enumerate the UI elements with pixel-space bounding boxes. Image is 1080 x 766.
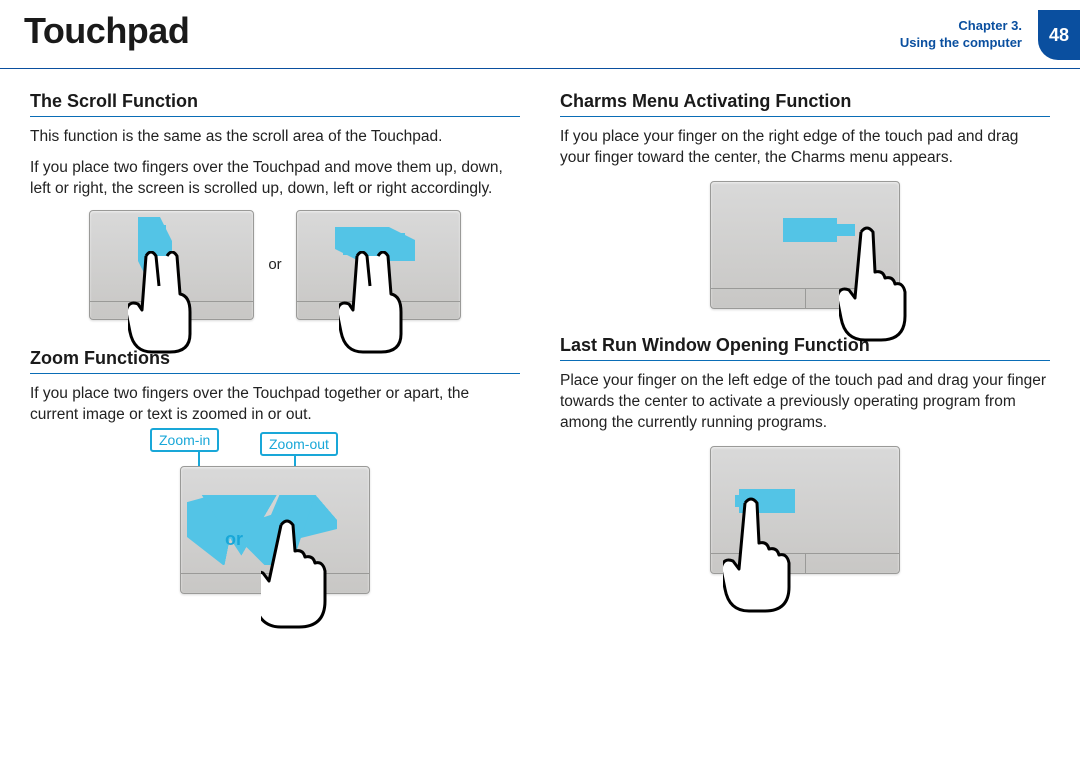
touchpad-scroll-vertical: [89, 210, 254, 320]
page-header: Touchpad Chapter 3. Using the computer 4…: [0, 0, 1080, 69]
charms-p1: If you place your finger on the right ed…: [560, 127, 1050, 169]
left-column: The Scroll Function This function is the…: [30, 91, 520, 654]
zoom-in-callout: Zoom-in: [150, 428, 219, 452]
chapter-line2: Using the computer: [900, 35, 1022, 52]
one-finger-hand-icon: [839, 226, 919, 346]
touchpad-scroll-horizontal: [296, 210, 461, 320]
pinch-hand-icon: [261, 517, 361, 637]
touchpad-zoom: or: [180, 466, 370, 594]
lastrun-heading: Last Run Window Opening Function: [560, 335, 1050, 361]
scroll-figure-row: or: [30, 210, 520, 320]
header-right: Chapter 3. Using the computer 48: [900, 10, 1080, 60]
chapter-line1: Chapter 3.: [900, 18, 1022, 35]
lastrun-p1: Place your finger on the left edge of th…: [560, 371, 1050, 434]
touchpad-lastrun: [710, 446, 900, 574]
zoom-or-text: or: [225, 529, 243, 550]
zoom-out-callout: Zoom-out: [260, 432, 338, 456]
page-number-badge: 48: [1038, 10, 1080, 60]
zoom-p1: If you place two fingers over the Touchp…: [30, 384, 520, 426]
scroll-heading: The Scroll Function: [30, 91, 520, 117]
charms-figure: [560, 181, 1050, 309]
lastrun-figure: [560, 446, 1050, 574]
two-finger-hand-icon: [128, 251, 208, 361]
zoom-figure: Zoom-in Zoom-out: [30, 438, 520, 628]
scroll-p1: This function is the same as the scroll …: [30, 127, 520, 148]
zoom-heading: Zoom Functions: [30, 348, 520, 374]
page-title: Touchpad: [24, 10, 189, 52]
scroll-p2: If you place two fingers over the Touchp…: [30, 158, 520, 200]
touchpad-charms: [710, 181, 900, 309]
right-column: Charms Menu Activating Function If you p…: [560, 91, 1050, 654]
two-finger-hand-icon: [339, 251, 419, 361]
scroll-or-text: or: [268, 256, 281, 273]
charms-heading: Charms Menu Activating Function: [560, 91, 1050, 117]
one-finger-hand-icon: [723, 497, 803, 617]
chapter-info: Chapter 3. Using the computer: [900, 18, 1028, 52]
content-columns: The Scroll Function This function is the…: [0, 69, 1080, 654]
